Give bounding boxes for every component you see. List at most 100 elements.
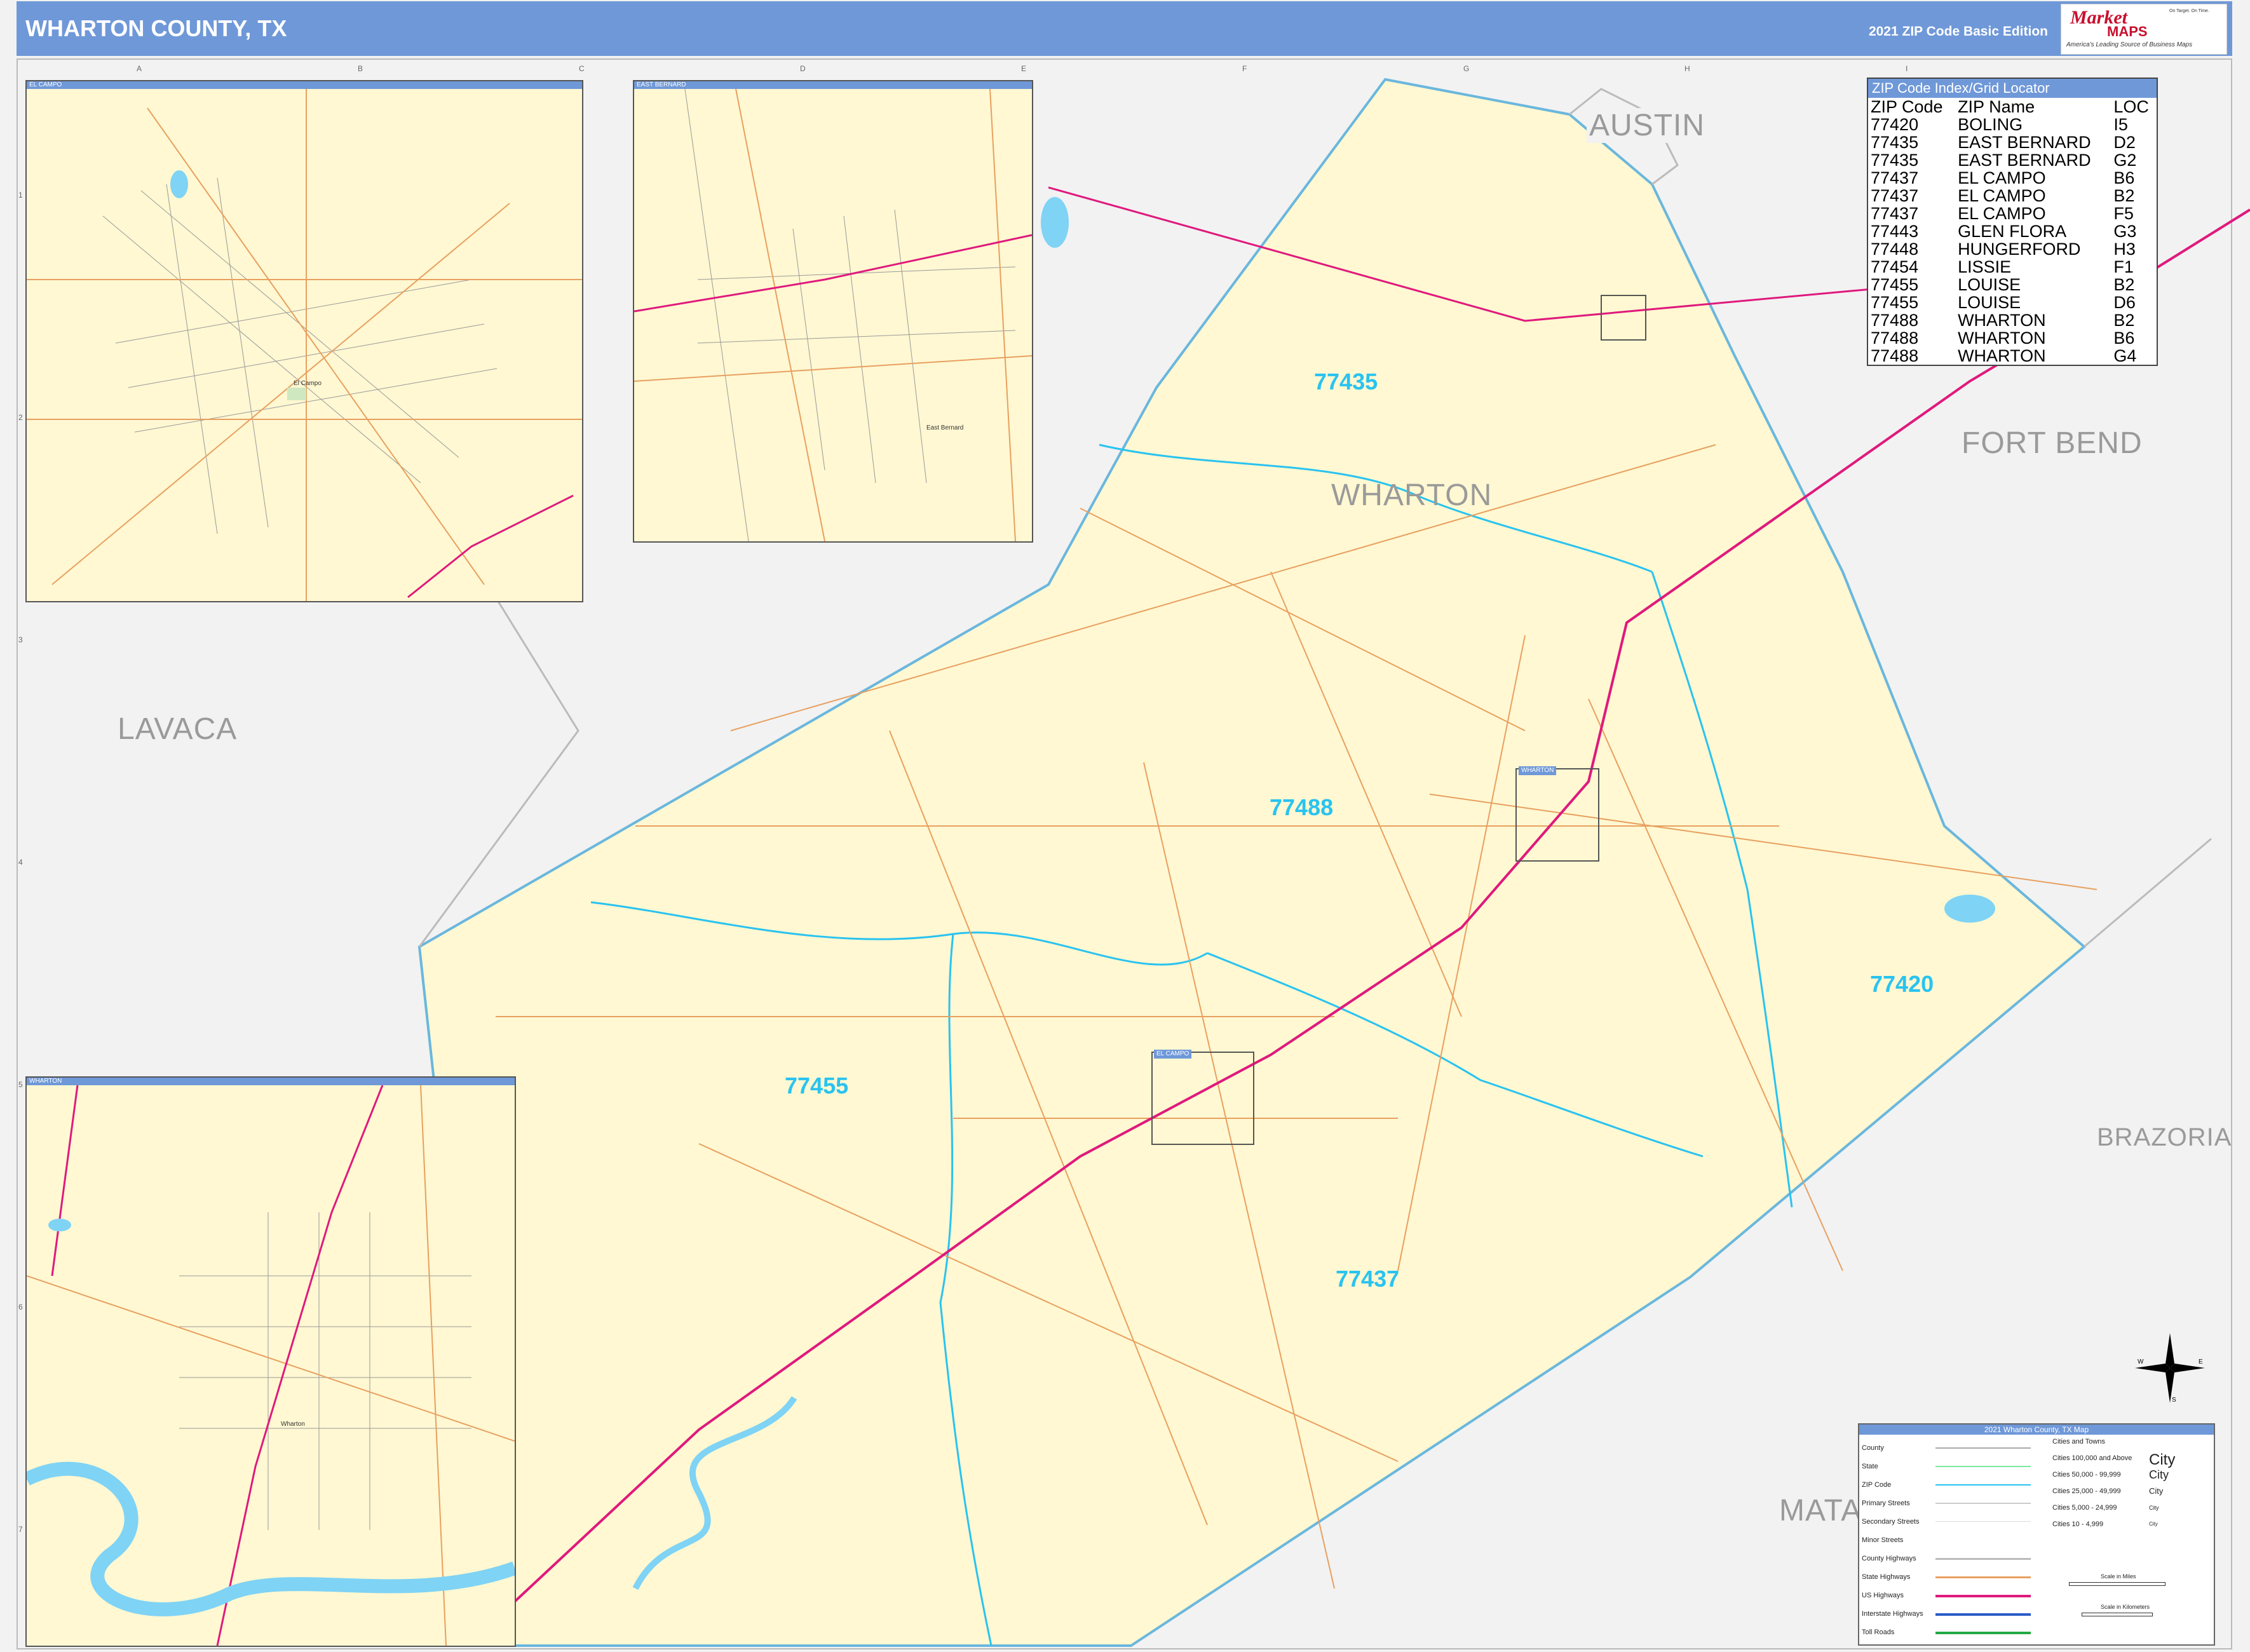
loc-cell: B2 (2113, 186, 2135, 205)
table-row: 77443 GLEN FLORA G3 (1868, 222, 2157, 240)
legend-us-hwy: US Highways (1862, 1592, 1904, 1599)
inset-east-bernard[interactable]: EAST BERNARD East Bernard (633, 80, 1033, 543)
zip-index-header-row: ZIP Code ZIP Name LOC (1868, 98, 2157, 116)
name-cell: GLEN FLORA (1958, 222, 2067, 241)
legend-swatch-zip (1935, 1484, 2031, 1486)
legend-toll: Toll Roads (1862, 1628, 1895, 1636)
legend-city-sample-1: City (2149, 1451, 2176, 1468)
wharton-locator-label: WHARTON (1519, 766, 1557, 775)
grid-row-2: 2 (18, 413, 23, 422)
legend-scale-miles: Scale in Miles (2101, 1573, 2136, 1580)
zip-index-title: ZIP Code Index/Grid Locator (1868, 79, 2157, 98)
table-row: 77435 EAST BERNARD G2 (1868, 151, 2157, 169)
scale-bar-miles (2069, 1582, 2165, 1586)
table-row: 77455 LOUISE D6 (1868, 294, 2157, 311)
loc-cell: D6 (2113, 293, 2136, 312)
loc-cell: B2 (2113, 275, 2135, 294)
county-line-brazoria (2084, 837, 2212, 948)
inset-wharton-title: WHARTON (27, 1078, 515, 1085)
legend-city-sample-2: City (2149, 1468, 2169, 1481)
loc-cell: F1 (2113, 257, 2134, 276)
grid-col-b: B (358, 64, 363, 73)
legend-swatch-county-hwy (1935, 1558, 2031, 1560)
county-label-fort-bend: FORT BEND (1962, 426, 2143, 460)
legend-title: 2021 Wharton County, TX Map (1859, 1425, 2214, 1435)
inset-wharton-map (27, 1085, 515, 1646)
table-row: 77448 HUNGERFORD H3 (1868, 240, 2157, 258)
grid-col-e: E (1021, 64, 1027, 73)
legend-swatch-state (1935, 1466, 2031, 1467)
zip-cell: 77443 (1871, 222, 1919, 241)
name-cell: LOUISE (1958, 293, 2021, 312)
legend-state-hwy: State Highways (1862, 1573, 1911, 1581)
name-cell: EAST BERNARD (1958, 151, 2091, 170)
legend-swatch-county (1935, 1447, 2031, 1449)
table-row: 77437 EL CAMPO F5 (1868, 205, 2157, 222)
legend-city-10: Cities 10 - 4,999 (2052, 1520, 2104, 1528)
legend-state: State (1862, 1463, 1878, 1470)
legend-swatch-toll (1935, 1632, 2031, 1634)
table-row: 77437 EL CAMPO B2 (1868, 187, 2157, 205)
legend-county: County (1862, 1444, 1884, 1452)
table-row: 77488 WHARTON B6 (1868, 329, 2157, 347)
el-campo-locator-label: EL CAMPO (1154, 1050, 1192, 1059)
zip-label-77455: 77455 (785, 1073, 849, 1099)
name-cell: WHARTON (1958, 328, 2046, 348)
zip-cell: 77455 (1871, 293, 1919, 312)
legend-city-25k: Cities 25,000 - 49,999 (2052, 1487, 2121, 1495)
legend-swatch-primary (1935, 1503, 2031, 1504)
legend-primary: Primary Streets (1862, 1500, 1910, 1507)
zip-cell: 77454 (1871, 257, 1919, 276)
col-zip-code: ZIP Code (1871, 97, 1943, 116)
table-row: 77455 LOUISE B2 (1868, 276, 2157, 294)
zip-cell: 77448 (1871, 240, 1919, 259)
inset-el-campo-title: EL CAMPO (27, 81, 582, 89)
zip-cell: 77488 (1871, 328, 1919, 348)
inset-east-bernard-map (634, 89, 1032, 541)
zip-cell: 77420 (1871, 115, 1919, 134)
inset-wharton[interactable]: WHARTON Wharton (25, 1076, 516, 1647)
name-cell: EAST BERNARD (1958, 133, 2091, 152)
loc-cell: F5 (2113, 204, 2134, 223)
inset-el-campo[interactable]: EL CAMPO El Campo (25, 80, 583, 602)
zip-cell: 77488 (1871, 311, 1919, 330)
zip-cell: 77455 (1871, 275, 1919, 294)
grid-row-5: 5 (18, 1080, 23, 1089)
legend-city-header: Cities and Towns (2052, 1438, 2105, 1446)
name-cell: EL CAMPO (1958, 186, 2046, 205)
compass-n: N (2167, 1333, 2172, 1334)
loc-cell: I5 (2113, 115, 2128, 134)
col-zip-name: ZIP Name (1958, 97, 2035, 116)
zip-cell: 77435 (1871, 133, 1919, 152)
legend-city-sample-4: City (2149, 1505, 2159, 1511)
zip-index-table: ZIP Code Index/Grid Locator ZIP Code ZIP… (1867, 78, 2158, 366)
scale-bar-km (2082, 1613, 2153, 1616)
grid-col-c: C (579, 64, 585, 73)
name-cell: EL CAMPO (1958, 204, 2046, 223)
inset-east-bernard-title: EAST BERNARD (634, 81, 1032, 89)
name-cell: WHARTON (1958, 311, 2046, 330)
name-cell: HUNGERFORD (1958, 240, 2081, 259)
loc-cell: B6 (2113, 168, 2135, 187)
legend-swatch-interstate (1935, 1613, 2031, 1616)
grid-col-g: G (1463, 64, 1470, 73)
grid-col-f: F (1242, 64, 1247, 73)
pond (1944, 895, 1995, 923)
table-row: 77454 LISSIE F1 (1868, 258, 2157, 276)
loc-cell: H3 (2113, 240, 2136, 259)
map-legend: 2021 Wharton County, TX Map County State… (1858, 1423, 2215, 1646)
lake (1041, 197, 1069, 248)
grid-row-6: 6 (18, 1303, 23, 1311)
legend-swatch-secondary (1935, 1521, 2031, 1522)
loc-cell: G4 (2113, 346, 2137, 365)
legend-city-100k: Cities 100,000 and Above (2052, 1454, 2132, 1462)
county-label-austin: AUSTIN (1587, 108, 1708, 143)
table-row: 77437 EL CAMPO B6 (1868, 169, 2157, 187)
legend-minor: Minor Streets (1862, 1536, 1904, 1544)
grid-col-a: A (137, 64, 142, 73)
map-page: WHARTON COUNTY, TX 2021 ZIP Code Basic E… (0, 0, 2250, 1652)
loc-cell: G2 (2113, 151, 2137, 170)
legend-zip: ZIP Code (1862, 1481, 1892, 1489)
legend-interstate: Interstate Highways (1862, 1610, 1923, 1618)
zip-label-77435: 77435 (1314, 369, 1378, 395)
